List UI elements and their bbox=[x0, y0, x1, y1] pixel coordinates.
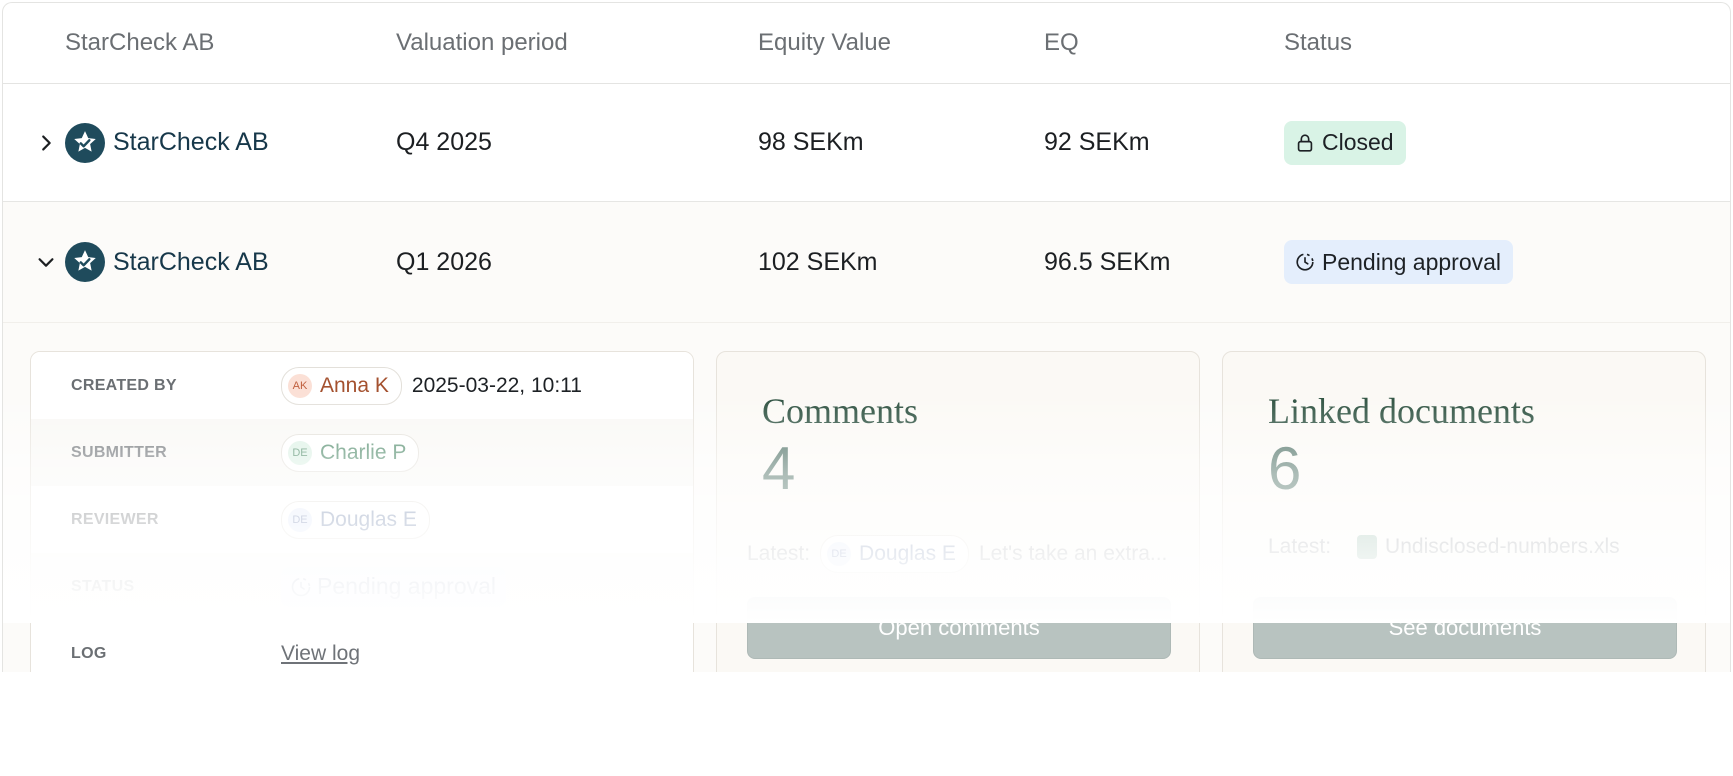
latest-document: Latest: Undisclosed-numbers.xls bbox=[1268, 535, 1620, 559]
created-date: 2025-03-22, 10:11 bbox=[411, 373, 582, 397]
status-detail-label: STATUS bbox=[71, 577, 135, 595]
latest-label: Latest: bbox=[1268, 535, 1332, 558]
detail-row-status: STATUS Pending approval bbox=[31, 553, 693, 620]
status-badge: Closed bbox=[1284, 120, 1406, 165]
user-chip[interactable]: AK Anna K bbox=[281, 366, 402, 405]
chevron-right-icon bbox=[42, 134, 51, 151]
column-header-company[interactable]: StarCheck AB bbox=[65, 3, 214, 83]
status-badge: Pending approval bbox=[281, 566, 507, 607]
avatar: AK bbox=[288, 373, 312, 398]
view-log-link[interactable]: View log bbox=[281, 642, 360, 666]
status-detail-value: Pending approval bbox=[317, 573, 497, 599]
chevron-down-icon bbox=[38, 258, 54, 267]
avatar: DE bbox=[288, 440, 312, 465]
user-name: Douglas E bbox=[320, 507, 417, 531]
log-label: LOG bbox=[71, 644, 107, 662]
submitter-label: SUBMITTER bbox=[71, 443, 168, 461]
expand-row-button[interactable] bbox=[31, 84, 61, 201]
detail-row-reviewer: REVIEWER DE Douglas E bbox=[31, 486, 693, 553]
column-header-equity[interactable]: Equity Value bbox=[758, 3, 891, 83]
user-chip[interactable]: DE Douglas E bbox=[820, 535, 969, 573]
avatar: DE bbox=[827, 542, 852, 566]
star-check-icon bbox=[74, 250, 96, 271]
clock-icon bbox=[1296, 253, 1314, 271]
page-bottom bbox=[0, 672, 1733, 776]
equity-value-cell: 98 SEKm bbox=[758, 128, 864, 156]
company-logo bbox=[65, 122, 105, 163]
open-comments-button[interactable]: Open comments bbox=[747, 597, 1171, 659]
status-label: Closed bbox=[1322, 129, 1394, 155]
clock-icon bbox=[291, 577, 311, 596]
reviewer-label: REVIEWER bbox=[71, 510, 159, 528]
lock-icon bbox=[1297, 133, 1313, 152]
user-name: Douglas E bbox=[859, 542, 956, 565]
user-name: Anna K bbox=[320, 373, 389, 397]
table-row-expanded[interactable]: StarCheck AB Q1 2026 102 SEKm 96.5 SEKm … bbox=[3, 202, 1730, 323]
latest-file-name: Undisclosed-numbers.xls bbox=[1385, 535, 1620, 558]
company-name: StarCheck AB bbox=[113, 128, 269, 156]
star-check-icon bbox=[74, 130, 96, 152]
status-badge: Pending approval bbox=[1284, 240, 1514, 284]
status-label: Pending approval bbox=[1322, 248, 1502, 275]
documents-title: Linked documents bbox=[1268, 391, 1535, 431]
collapse-row-button[interactable] bbox=[31, 202, 61, 322]
eq-cell: 96.5 SEKm bbox=[1044, 247, 1171, 276]
period-cell: Q4 2025 bbox=[396, 128, 492, 156]
eq-cell: 92 SEKm bbox=[1044, 128, 1150, 156]
period-cell: Q1 2026 bbox=[396, 247, 492, 276]
status-cell: Closed bbox=[1284, 84, 1406, 201]
status-cell: Pending approval bbox=[1284, 202, 1514, 322]
company-logo bbox=[65, 242, 105, 282]
see-documents-button[interactable]: See documents bbox=[1253, 597, 1677, 659]
comments-title: Comments bbox=[762, 391, 919, 431]
company-cell: StarCheck AB bbox=[65, 202, 269, 322]
detail-row-submitter: SUBMITTER DE Charlie P bbox=[31, 419, 693, 486]
spreadsheet-file-icon bbox=[1357, 535, 1378, 559]
table-header: StarCheck AB Valuation period Equity Val… bbox=[3, 3, 1730, 84]
column-header-status[interactable]: Status bbox=[1284, 3, 1352, 83]
avatar: DE bbox=[288, 507, 312, 532]
latest-comment: Latest: DE Douglas E Let's take an extra… bbox=[747, 535, 1167, 573]
detail-row-created-by: CREATED BY AK Anna K 2025-03-22, 10:11 bbox=[31, 352, 693, 419]
user-name: Charlie P bbox=[320, 440, 407, 464]
latest-label: Latest: bbox=[747, 542, 811, 565]
comments-count: 4 bbox=[762, 435, 796, 502]
user-chip[interactable]: DE Charlie P bbox=[281, 433, 420, 472]
column-header-eq[interactable]: EQ bbox=[1044, 3, 1079, 83]
created-by-label: CREATED BY bbox=[71, 376, 177, 394]
equity-value-cell: 102 SEKm bbox=[758, 247, 878, 276]
latest-comment-text: Let's take an extra... bbox=[978, 542, 1168, 565]
column-header-period[interactable]: Valuation period bbox=[396, 3, 568, 83]
valuations-table: StarCheck AB Valuation period Equity Val… bbox=[2, 2, 1731, 743]
company-cell: StarCheck AB bbox=[65, 84, 269, 201]
documents-count: 6 bbox=[1268, 435, 1302, 502]
user-chip[interactable]: DE Douglas E bbox=[281, 500, 430, 539]
document-link[interactable]: Undisclosed-numbers.xls bbox=[1357, 535, 1620, 559]
table-row[interactable]: StarCheck AB Q4 2025 98 SEKm 92 SEKm Clo… bbox=[3, 84, 1730, 202]
company-name: StarCheck AB bbox=[113, 247, 269, 276]
